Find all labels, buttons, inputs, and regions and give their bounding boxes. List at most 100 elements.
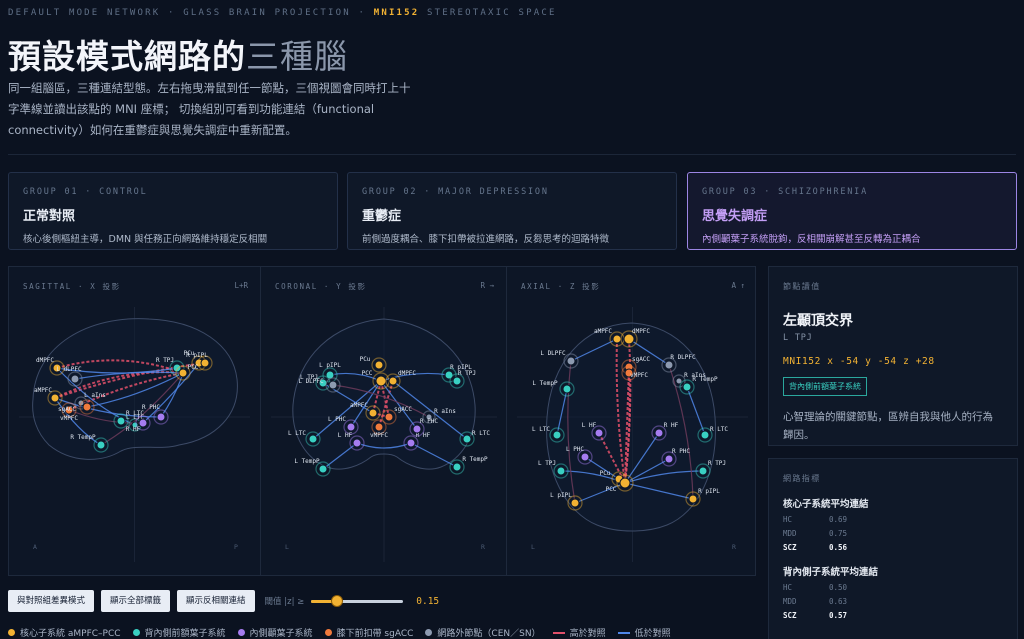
legend-line-swatch [552, 631, 565, 634]
brain-node[interactable] [70, 374, 80, 384]
brain-node[interactable] [82, 402, 92, 412]
group-desc: 內側顳葉子系統脫鉤，反相關崩解甚至反轉為正耦合 [702, 234, 921, 245]
group-title: 正常對照 [23, 209, 76, 224]
node-label: R HF [126, 426, 141, 433]
diff-mode-button[interactable]: 與對照組差異模式 [8, 590, 95, 612]
brain-node[interactable] [619, 477, 631, 489]
brain-node[interactable] [654, 428, 664, 438]
brain-node[interactable] [384, 412, 394, 422]
brain-node[interactable] [318, 464, 328, 474]
metric-row: MDD 0.75 [783, 529, 1003, 538]
brain-node[interactable] [566, 356, 576, 366]
legend-label: 膝下前扣帶 sgACC [336, 629, 414, 639]
brain-node[interactable] [96, 440, 106, 450]
title-thin: 三種腦 [246, 37, 348, 76]
slider-knob[interactable] [331, 595, 344, 607]
node-label: R TPJ [708, 460, 726, 467]
node-label: R TempP [70, 434, 96, 441]
brain-outline [32, 318, 238, 460]
eyebrow-text-tail: STEREOTAXIC SPACE [427, 8, 557, 18]
brain-node[interactable] [580, 452, 590, 462]
brain-node[interactable] [682, 382, 692, 392]
brain-node[interactable] [452, 462, 462, 472]
orientation-front: L [285, 543, 289, 551]
show-anticorrelation-button[interactable]: 顯示反相關連結 [177, 590, 255, 612]
brain-node[interactable] [452, 376, 462, 386]
brain-node[interactable] [444, 370, 454, 380]
brain-node[interactable] [552, 430, 562, 440]
node-label: aMPFC [594, 328, 612, 335]
brain-node[interactable] [700, 430, 710, 440]
legend-item: 膝下前扣帶 sgACC [324, 626, 414, 639]
legend-dot-swatch [8, 629, 15, 636]
brain-node[interactable] [688, 494, 698, 504]
brain-node[interactable] [200, 358, 210, 368]
brain-node[interactable] [664, 360, 674, 370]
brain-node[interactable] [178, 368, 188, 378]
node-label: L HF [338, 432, 353, 439]
brain-node[interactable] [388, 376, 398, 386]
legend-label: 內側顳葉子系統 [249, 629, 313, 639]
legend-item: 網路外節點（CEN／SN） [425, 626, 541, 639]
node-label: R DLPFC [670, 354, 696, 361]
brain-node[interactable] [570, 498, 580, 508]
brain-node[interactable] [352, 438, 362, 448]
sagittal-plot[interactable]: dMPFCaMPFCPCuR pIPLR TPJPCCvMPFCL aInsR … [9, 267, 260, 577]
node-label: R PHC [672, 448, 690, 455]
brain-node[interactable] [156, 412, 166, 422]
brain-node[interactable] [556, 466, 566, 476]
metric-row-active: SCZ 0.57 [783, 611, 1003, 620]
legend-item: 低於對照 [617, 626, 671, 639]
brain-node[interactable] [50, 393, 60, 403]
brain-node[interactable] [116, 416, 126, 426]
metric-value: 0.56 [829, 543, 848, 552]
eyebrow-text: DEFAULT MODE NETWORK · GLASS BRAIN PROJE… [8, 8, 367, 18]
coronal-plot[interactable]: L pIPLL TPJL DLPFCPCuPCC dMPFCR pIPLR TPJ… [261, 267, 507, 577]
node-label: dMPFC [36, 357, 54, 364]
brain-node[interactable] [594, 428, 604, 438]
node-label: R PHC [142, 404, 160, 411]
control-bar: 與對照組差異模式 顯示全部標籤 顯示反相關連結 閾值 |z| ≥ 0.15 [8, 590, 439, 612]
show-labels-button[interactable]: 顯示全部標籤 [101, 590, 171, 612]
orientation-front: L [531, 543, 535, 551]
brain-node[interactable] [698, 466, 708, 476]
sagittal-view[interactable]: SAGITTAL · X 投影 L+R dMPFC aMPFC PCu R pIPL R… [9, 267, 260, 575]
legend-dot-swatch [237, 629, 245, 636]
node-label: PCC [362, 370, 373, 377]
coronal-view[interactable]: CORONAL · Y 投影 R → L pIPL L TPJ L DLPFC PCu… [260, 267, 506, 575]
threshold-slider[interactable] [311, 594, 404, 608]
node-label: L pIPL [319, 362, 341, 369]
brain-node[interactable] [612, 334, 622, 344]
axial-view[interactable]: AXIAL · Z 投影 A ↑ aMPFC dMPFC R DLPFC L DLPF… [506, 267, 757, 575]
group-label: GROUP 02 · MAJOR DEPRESSION [362, 187, 549, 197]
legend-label: 低於對照 [634, 629, 671, 639]
group-card-schizophrenia[interactable]: GROUP 03 · SCHIZOPHRENIA 思覺失調症 內側顳葉子系統脫鉤… [687, 172, 1017, 250]
node-subsystem-badge: 背內側前額葉子系統 [783, 377, 867, 396]
metric-row: MDD 0.63 [783, 597, 1003, 606]
brain-node[interactable] [374, 360, 384, 370]
brain-node[interactable] [368, 408, 378, 418]
brain-node[interactable] [346, 422, 356, 432]
title-strong: 預設模式網路的 [8, 37, 246, 76]
node-label: R TempP [692, 376, 718, 383]
node-label: vMPFC [370, 432, 388, 439]
brain-node[interactable] [462, 434, 472, 444]
group-card-control[interactable]: GROUP 01 · CONTROL 正常對照 核心後側樞紐主導，DMN 與任務… [8, 172, 338, 250]
axial-plot[interactable]: aMPFC dMPFCR DLPFCL DLPFCsgACCvMPFC R aIns… [507, 267, 758, 577]
brain-node[interactable] [374, 422, 384, 432]
brain-node[interactable] [328, 380, 338, 390]
brain-node[interactable] [406, 438, 416, 448]
brain-node[interactable] [308, 434, 318, 444]
node-label: L DLPFC [298, 378, 324, 385]
group-card-depression[interactable]: GROUP 02 · MAJOR DEPRESSION 重鬱症 前側過度耦合、膝… [347, 172, 677, 250]
brain-node[interactable] [623, 333, 635, 345]
node-label: L LTC [288, 430, 306, 437]
node-label: PCC [188, 364, 199, 371]
brain-node[interactable] [375, 375, 387, 387]
metric-title: 背內側子系統平均連結 [783, 567, 879, 578]
brain-node[interactable] [412, 424, 422, 434]
metric-key: SCZ [783, 611, 797, 620]
brain-node[interactable] [664, 454, 674, 464]
legend-dot-swatch [132, 629, 140, 636]
brain-node[interactable] [562, 384, 572, 394]
